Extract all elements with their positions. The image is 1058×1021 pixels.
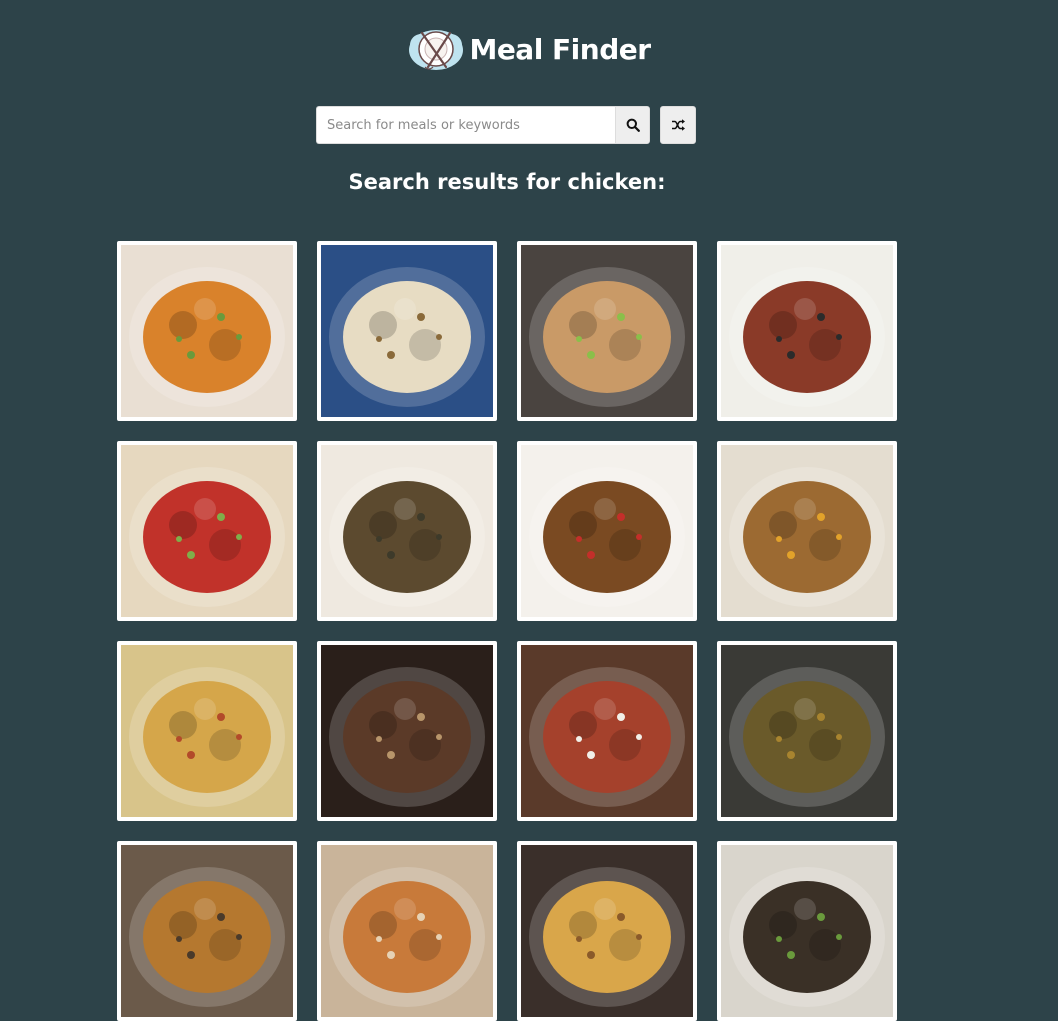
- meal-card[interactable]: [317, 241, 497, 421]
- search-form: [316, 106, 696, 144]
- random-meal-button[interactable]: [660, 106, 696, 144]
- shuffle-icon: [672, 119, 685, 131]
- meal-card[interactable]: [717, 441, 897, 621]
- search-icon: [626, 118, 640, 132]
- meal-card[interactable]: [317, 841, 497, 1021]
- meal-card[interactable]: [517, 641, 697, 821]
- meal-card[interactable]: [717, 641, 897, 821]
- meal-card[interactable]: [717, 241, 897, 421]
- meal-card[interactable]: [517, 241, 697, 421]
- results-heading: Search results for chicken:: [348, 170, 666, 194]
- meal-card[interactable]: [517, 441, 697, 621]
- meal-card[interactable]: [117, 241, 297, 421]
- meal-card[interactable]: [117, 641, 297, 821]
- meals-grid: [117, 241, 897, 1021]
- meal-card[interactable]: [317, 441, 497, 621]
- search-input[interactable]: [316, 106, 615, 144]
- plate-fork-knife-icon: [407, 23, 465, 75]
- app-title: Meal Finder: [469, 32, 651, 66]
- app-header: Meal Finder: [0, 22, 1058, 76]
- meal-card[interactable]: [717, 841, 897, 1021]
- search-button[interactable]: [615, 106, 650, 144]
- meal-card[interactable]: [317, 641, 497, 821]
- meal-card[interactable]: [517, 841, 697, 1021]
- meal-card[interactable]: [117, 441, 297, 621]
- meal-card[interactable]: [117, 841, 297, 1021]
